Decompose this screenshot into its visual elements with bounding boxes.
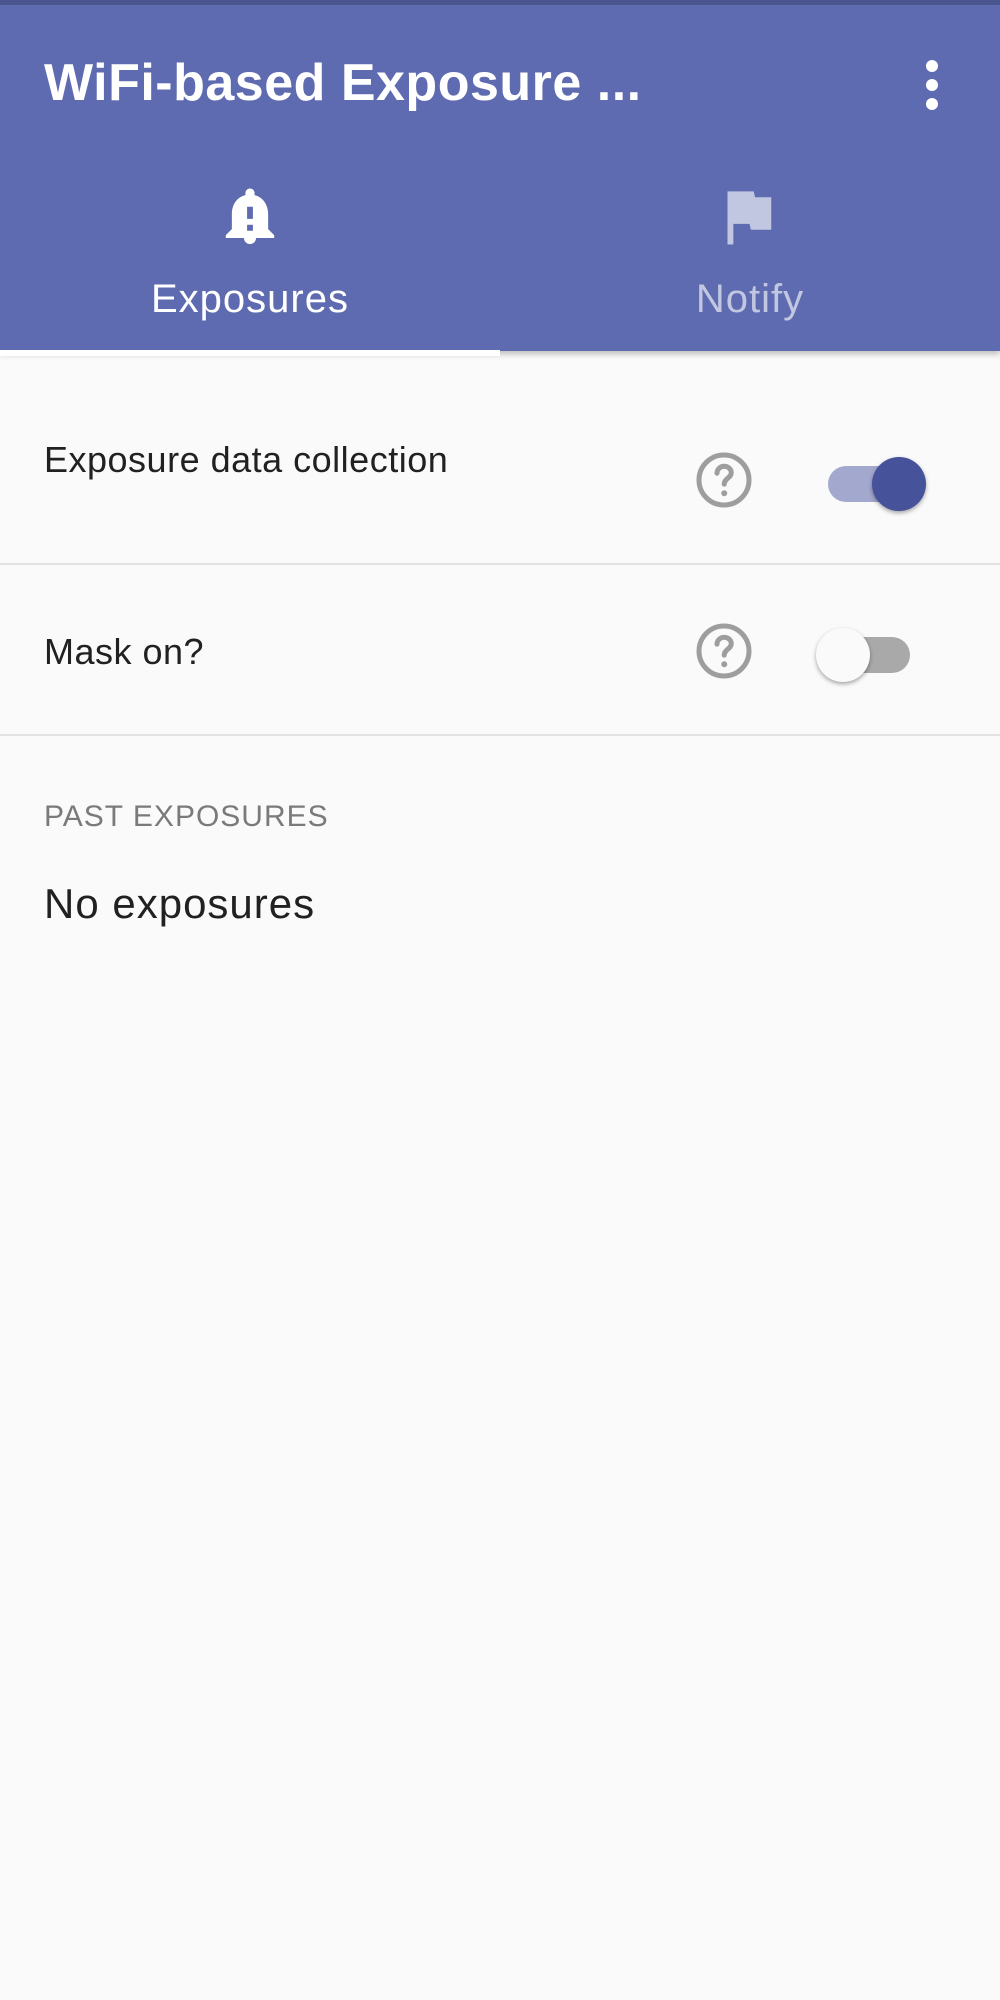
- more-vert-icon-dot: [926, 98, 938, 110]
- tab-notify[interactable]: Notify: [500, 175, 1000, 356]
- tab-notify-label: Notify: [695, 277, 805, 321]
- flag-icon: [727, 191, 772, 245]
- data-collection-label: Exposure data collection: [44, 439, 449, 480]
- help-circle-icon[interactable]: [694, 621, 754, 681]
- more-vert-icon-dot: [926, 79, 938, 91]
- toggle-thumb: [816, 628, 870, 682]
- help-circle-icon[interactable]: [694, 450, 754, 510]
- tab-exposures[interactable]: Exposures: [0, 175, 500, 356]
- data-collection-toggle[interactable]: [822, 450, 926, 511]
- app-title: WiFi-based Exposure ...: [44, 54, 642, 112]
- bell-alert-icon: [225, 188, 275, 245]
- more-vert-icon: [926, 60, 938, 72]
- app-bar: WiFi-based Exposure ... Exposures Notify: [0, 0, 1000, 356]
- no-exposures-text: No exposures: [44, 880, 316, 927]
- setting-row-data-collection: Exposure data collection: [0, 351, 1000, 565]
- mask-on-toggle[interactable]: [816, 621, 916, 682]
- mask-on-label: Mask on?: [44, 631, 205, 672]
- toggle-thumb: [872, 457, 926, 511]
- setting-row-mask-on: Mask on?: [0, 565, 1000, 736]
- tab-exposures-label: Exposures: [151, 277, 349, 321]
- more-options-button[interactable]: [902, 55, 962, 115]
- past-exposures-header: PAST EXPOSURES: [44, 800, 329, 833]
